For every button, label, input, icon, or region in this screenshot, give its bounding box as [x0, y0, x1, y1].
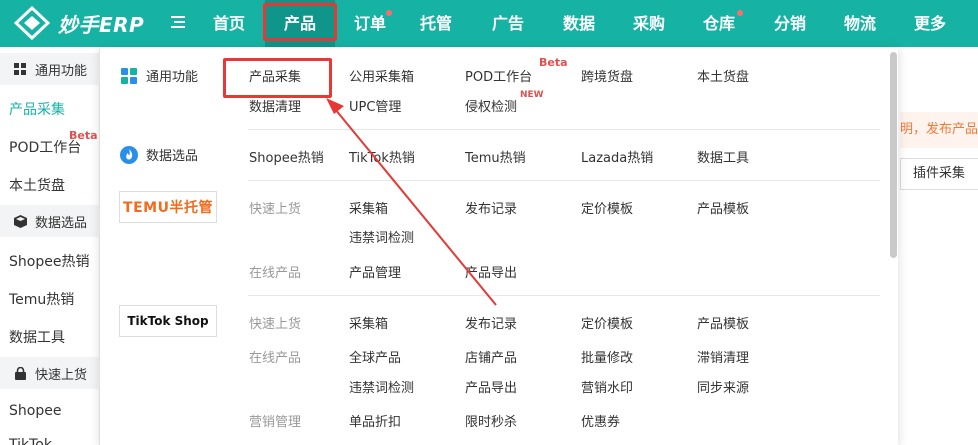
menu-link-temu-product-template[interactable]: 产品模板 [697, 198, 749, 217]
menu-link-tiktok-global-products[interactable]: 全球产品 [349, 347, 401, 366]
menu-link-infringement-check[interactable]: 侵权检测 [465, 96, 517, 115]
top-nav-bar: 妙手ERP 首页 产品 订单 托管 广告 数据 采购 仓库 分销 物流 更多 [0, 0, 978, 47]
temu-logo: TEMU半托管 [119, 191, 217, 223]
plugin-collect-button[interactable]: 插件采集 [900, 158, 978, 190]
tiktok-marketing-label: 营销管理 [249, 415, 302, 430]
nav-data[interactable]: 数据 [551, 0, 607, 47]
sidebar-group-data[interactable]: 数据选品 [0, 205, 100, 237]
sidebar-group-label: 快速上货 [35, 367, 88, 383]
notification-dot [386, 10, 392, 16]
menu-link-temu-hot[interactable]: Temu热销 [465, 147, 526, 166]
nav-logistics[interactable]: 物流 [830, 0, 890, 47]
tiktok-logo-text: TikTok Shop [127, 314, 209, 328]
sidebar-item-tiktok[interactable]: TikTok [9, 437, 52, 445]
sidebar-group-label: 通用功能 [35, 63, 88, 79]
menu-link-temu-banned-words[interactable]: 违禁词检测 [349, 227, 414, 246]
menu-link-tiktok-slow-sellers[interactable]: 滞销清理 [697, 347, 749, 366]
nav-warehouse[interactable]: 仓库 [690, 0, 748, 47]
grid-icon [14, 62, 26, 75]
sidebar-group-label: 数据选品 [35, 215, 88, 231]
menu-category-label: 通用功能 [146, 70, 199, 85]
menu-link-lazada-hot[interactable]: Lazada热销 [581, 147, 653, 166]
menu-category-general: 通用功能 [120, 66, 198, 85]
app-title: 妙手ERP [58, 12, 145, 37]
menu-link-tiktok-publish-log[interactable]: 发布记录 [465, 313, 517, 332]
menu-divider [248, 295, 880, 296]
sidebar-item-shopee[interactable]: Shopee [9, 403, 61, 419]
nav-hosting[interactable]: 托管 [408, 0, 464, 47]
sidebar-group-general[interactable]: 通用功能 [0, 53, 100, 85]
tiktok-online-products-label: 在线产品 [249, 351, 302, 366]
nav-home[interactable]: 首页 [200, 0, 258, 47]
menu-link-tiktok-pricing-template[interactable]: 定价模板 [581, 313, 633, 332]
menu-icon[interactable] [170, 14, 186, 30]
content-area [900, 47, 978, 445]
temu-logo-text: TEMU半托管 [123, 200, 213, 216]
sidebar-item-data-tools[interactable]: 数据工具 [9, 327, 65, 347]
highlight-box [223, 58, 332, 98]
nav-ads[interactable]: 广告 [480, 0, 536, 47]
sidebar-item-local-supply[interactable]: 本土货盘 [9, 175, 65, 195]
temu-quick-upload-label: 快速上货 [249, 202, 302, 217]
beta-badge: Beta [69, 129, 98, 142]
app-root: 妙手ERP 首页 产品 订单 托管 广告 数据 采购 仓库 分销 物流 更多 通… [0, 0, 978, 445]
menu-link-local-supply[interactable]: 本土货盘 [697, 66, 749, 85]
menu-link-tiktok-shop-products[interactable]: 店铺产品 [465, 347, 517, 366]
sidebar-item-shopee-hot[interactable]: Shopee热销 [9, 251, 89, 271]
sidebar: 通用功能 产品采集 POD工作台 Beta 本土货盘 数据选品 Shopee热销… [0, 47, 100, 445]
menu-divider [248, 129, 880, 130]
menu-link-data-tools[interactable]: 数据工具 [697, 147, 749, 166]
menu-link-temu-collect-box[interactable]: 采集箱 [349, 198, 388, 217]
sidebar-item-temu-hot[interactable]: Temu热销 [9, 289, 74, 309]
notice-banner: 明，发布产品 [900, 112, 978, 148]
menu-link-tiktok-sync-source[interactable]: 同步来源 [697, 377, 749, 396]
nav-purchase[interactable]: 采购 [621, 0, 677, 47]
menu-link-temu-publish-log[interactable]: 发布记录 [465, 198, 517, 217]
menu-link-tiktok-batch-edit[interactable]: 批量修改 [581, 347, 633, 366]
logo-diamond-icon [14, 6, 50, 40]
beta-badge: Beta [539, 56, 568, 69]
menu-category-data: 数据选品 [120, 145, 198, 164]
nav-more[interactable]: 更多 [900, 0, 960, 47]
menu-link-temu-pricing-template[interactable]: 定价模板 [581, 198, 633, 217]
menu-link-cross-border-supply[interactable]: 跨境货盘 [581, 66, 633, 85]
menu-link-tiktok-collect-box[interactable]: 采集箱 [349, 313, 388, 332]
menu-link-tiktok-product-template[interactable]: 产品模板 [697, 313, 749, 332]
menu-link-pod-workbench[interactable]: POD工作台 [465, 66, 532, 85]
apps-icon [121, 67, 137, 84]
lock-icon [15, 366, 26, 380]
dropdown-scrollbar[interactable] [890, 52, 897, 258]
menu-link-tiktok-watermark[interactable]: 营销水印 [581, 377, 633, 396]
notification-dot [737, 10, 743, 16]
menu-link-public-collect-box[interactable]: 公用采集箱 [349, 66, 414, 85]
tiktok-shop-logo: TikTok Shop [119, 305, 217, 337]
menu-category-label: 数据选品 [146, 149, 199, 164]
temu-online-products-label: 在线产品 [249, 266, 302, 281]
menu-link-tiktok-flash-sale[interactable]: 限时秒杀 [465, 411, 517, 430]
menu-link-tiktok-hot[interactable]: TikTok热销 [349, 147, 415, 166]
new-badge: NEW [520, 90, 544, 100]
menu-link-shopee-hot[interactable]: Shopee热销 [249, 147, 324, 166]
menu-link-upc-manage[interactable]: UPC管理 [349, 96, 401, 115]
menu-link-temu-product-manage[interactable]: 产品管理 [349, 262, 401, 281]
nav-orders[interactable]: 订单 [342, 0, 398, 47]
app-logo[interactable]: 妙手ERP [14, 6, 144, 40]
nav-distribution[interactable]: 分销 [760, 0, 820, 47]
sidebar-group-quick-upload[interactable]: 快速上货 [0, 357, 100, 389]
highlight-box [263, 3, 337, 41]
menu-link-tiktok-coupon[interactable]: 优惠券 [581, 411, 620, 430]
menu-link-temu-product-export[interactable]: 产品导出 [465, 262, 517, 281]
menu-link-tiktok-product-export[interactable]: 产品导出 [465, 377, 517, 396]
sidebar-item-product-collect[interactable]: 产品采集 [9, 99, 65, 119]
menu-divider [248, 180, 880, 181]
menu-link-tiktok-single-discount[interactable]: 单品折扣 [349, 411, 401, 430]
tiktok-quick-upload-label: 快速上货 [249, 317, 302, 332]
menu-link-data-cleanup[interactable]: 数据清理 [249, 96, 301, 115]
flame-icon [120, 145, 138, 164]
menu-link-tiktok-banned-words[interactable]: 违禁词检测 [349, 377, 414, 396]
cube-icon [14, 214, 27, 228]
